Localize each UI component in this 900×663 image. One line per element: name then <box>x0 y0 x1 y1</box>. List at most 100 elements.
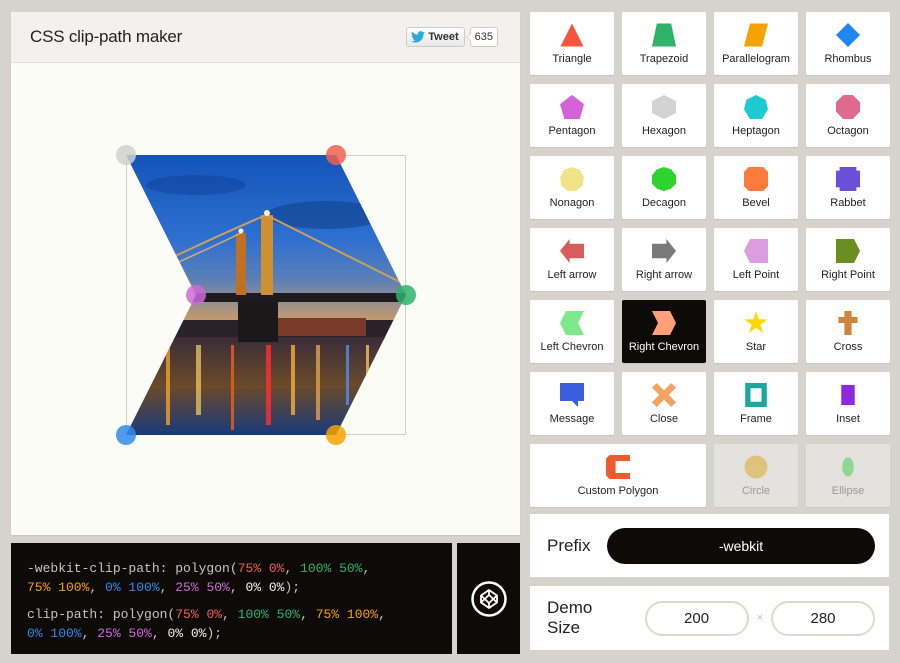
code-point-2: 100% 50% <box>237 607 301 622</box>
shape-rabbet[interactable]: Rabbet <box>806 156 890 219</box>
tweet-count: 635 <box>465 27 498 47</box>
code-sep: , <box>81 626 98 641</box>
shape-label: Left Chevron <box>540 341 604 353</box>
shape-label: Left arrow <box>547 269 597 281</box>
frame-icon <box>745 383 767 407</box>
shape-label: Octagon <box>827 125 869 137</box>
codepen-icon <box>470 580 507 617</box>
code-point-3: 75% 100% <box>27 580 90 595</box>
shape-label: Trapezoid <box>639 53 689 65</box>
polygon-handle-2[interactable] <box>396 285 416 305</box>
code-point-3: 75% 100% <box>315 607 379 622</box>
code-sep: , <box>300 607 316 622</box>
pentagon-icon <box>560 95 584 119</box>
code-sep: , <box>284 561 301 576</box>
shape-label: Left Point <box>732 269 780 281</box>
codepen-button[interactable] <box>457 543 520 654</box>
shape-parallelogram[interactable]: Parallelogram <box>714 12 798 75</box>
shape-left-chevron[interactable]: Left Chevron <box>530 300 614 363</box>
shape-close[interactable]: Close <box>622 372 706 435</box>
polygon-handle-1[interactable] <box>326 145 346 165</box>
code-point-2: 100% 50% <box>300 561 363 576</box>
polygon-handle-6[interactable] <box>116 145 136 165</box>
shape-right-point[interactable]: Right Point <box>806 228 890 291</box>
shape-pentagon[interactable]: Pentagon <box>530 84 614 147</box>
left-arrow-icon <box>560 239 584 263</box>
code-output[interactable]: -webkit-clip-path: polygon(75% 0%, 100% … <box>11 543 452 654</box>
code-point-6: 0% 0% <box>245 580 285 595</box>
shape-triangle[interactable]: Triangle <box>530 12 614 75</box>
code-end: ); <box>284 580 301 595</box>
demo-area <box>11 64 520 535</box>
polygon-handle-3[interactable] <box>326 425 346 445</box>
webkit-code-line: -webkit-clip-path: polygon(75% 0%, 100% … <box>27 559 436 597</box>
shape-label: Message <box>549 413 595 425</box>
times-symbol: × <box>756 612 763 624</box>
shape-right-chevron[interactable]: Right Chevron <box>622 300 706 363</box>
shape-bevel[interactable]: Bevel <box>714 156 798 219</box>
shape-left-point[interactable]: Left Point <box>714 228 798 291</box>
left-point-icon <box>744 239 768 263</box>
code-sep: , <box>159 580 176 595</box>
shape-inset[interactable]: Inset <box>806 372 890 435</box>
shape-octagon[interactable]: Octagon <box>806 84 890 147</box>
code-point-1: 75% 0% <box>237 561 285 576</box>
shape-right-arrow[interactable]: Right arrow <box>622 228 706 291</box>
shape-label: Rhombus <box>824 53 872 65</box>
shape-message[interactable]: Message <box>530 372 614 435</box>
demo-width-input[interactable] <box>644 600 749 636</box>
tweet-button[interactable]: Tweet <box>406 27 465 47</box>
right-chevron-icon <box>652 311 676 335</box>
shape-hexagon[interactable]: Hexagon <box>622 84 706 147</box>
shape-nonagon[interactable]: Nonagon <box>530 156 614 219</box>
shape-cross[interactable]: Cross <box>806 300 890 363</box>
right-point-icon <box>836 239 860 263</box>
page-title: CSS clip-path maker <box>30 27 183 46</box>
left-chevron-icon <box>560 311 584 335</box>
code-sep: , <box>229 580 246 595</box>
shape-label: Right Chevron <box>628 341 700 353</box>
shape-decagon[interactable]: Decagon <box>622 156 706 219</box>
shape-circle[interactable]: Circle <box>714 444 798 507</box>
demo-height-input[interactable] <box>771 600 875 636</box>
standard-code-line: clip-path: polygon(75% 0%, 100% 50%, 75%… <box>27 605 436 643</box>
triangle-icon <box>560 23 584 47</box>
close-icon <box>652 383 676 407</box>
code-point-5: 25% 50% <box>175 580 230 595</box>
nonagon-icon <box>560 167 584 191</box>
shape-left-arrow[interactable]: Left arrow <box>530 228 614 291</box>
header: CSS clip-path maker Tweet 635 <box>11 12 520 63</box>
shape-label: Decagon <box>641 197 687 209</box>
prefix-toggle[interactable]: -webkit <box>607 527 875 564</box>
right-arrow-icon <box>652 239 676 263</box>
shape-label: Inset <box>836 413 860 425</box>
shape-label: Circle <box>741 485 771 497</box>
shape-label: Pentagon <box>548 125 596 137</box>
parallelogram-icon <box>744 23 768 47</box>
shape-label: Ellipse <box>831 485 865 497</box>
shape-custom-polygon[interactable]: Custom Polygon <box>530 444 706 507</box>
demo-panel: CSS clip-path maker Tweet 635 <box>11 12 520 535</box>
shape-heptagon[interactable]: Heptagon <box>714 84 798 147</box>
twitter-bird-icon <box>411 31 426 43</box>
rhombus-icon <box>836 23 860 47</box>
prefix-setting: Prefix -webkit <box>530 514 889 577</box>
shape-rhombus[interactable]: Rhombus <box>806 12 890 75</box>
trapezoid-icon <box>652 23 676 47</box>
code-sep: , <box>362 561 371 576</box>
shape-ellipse[interactable]: Ellipse <box>806 444 890 507</box>
shape-label: Cross <box>833 341 863 353</box>
code-end: ); <box>206 626 223 641</box>
shape-label: Parallelogram <box>722 53 790 65</box>
code-point-1: 75% 0% <box>175 607 223 622</box>
shape-star[interactable]: Star <box>714 300 798 363</box>
code-property: clip-path: polygon( <box>27 607 176 622</box>
polygon-handle-4[interactable] <box>116 425 136 445</box>
shape-label: Heptagon <box>732 125 780 137</box>
shape-label: Right arrow <box>635 269 693 281</box>
shape-frame[interactable]: Frame <box>714 372 798 435</box>
decagon-icon <box>652 167 676 191</box>
inset-icon <box>841 384 855 406</box>
shape-trapezoid[interactable]: Trapezoid <box>622 12 706 75</box>
polygon-handle-5[interactable] <box>186 285 206 305</box>
